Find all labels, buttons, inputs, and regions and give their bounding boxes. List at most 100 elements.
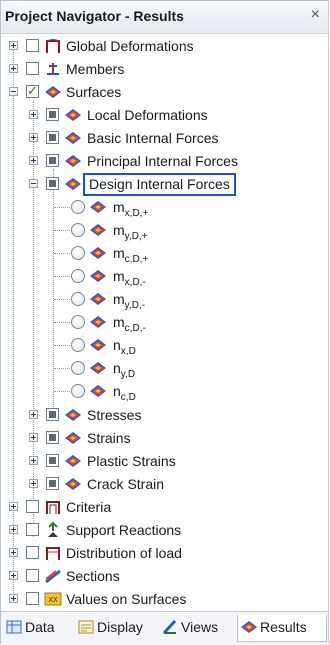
tree-item-design-result[interactable]: mx,D,+ — [1, 197, 328, 219]
checkbox-partial[interactable] — [46, 454, 59, 467]
tree-item-crack-strain[interactable]: Crack Strain — [1, 474, 328, 496]
tree-item-label: Support Reactions — [66, 522, 182, 538]
tree-item-label: Basic Internal Forces — [87, 130, 219, 146]
expand-icon[interactable] — [29, 410, 38, 419]
tree-item-values-on-surfaces[interactable]: XX Values on Surfaces — [1, 589, 328, 611]
expand-icon[interactable] — [29, 156, 38, 165]
design-result-subscript: c,D,+ — [124, 253, 149, 265]
expand-icon[interactable] — [9, 525, 18, 534]
tree-item-surfaces[interactable]: Surfaces — [1, 82, 328, 104]
design-result-subscript: c,D,- — [124, 322, 146, 334]
surface-icon — [45, 86, 61, 98]
radio-button[interactable] — [71, 200, 85, 214]
checkbox[interactable] — [26, 62, 39, 75]
tab-display[interactable]: Display — [75, 615, 157, 641]
checkbox-partial[interactable] — [46, 154, 59, 167]
expand-icon[interactable] — [9, 41, 18, 50]
surface-icon — [90, 224, 106, 236]
radio-button[interactable] — [71, 338, 85, 352]
radio-button[interactable] — [71, 223, 85, 237]
tree-item-plastic-strains[interactable]: Plastic Strains — [1, 451, 328, 473]
tree-item-design-result[interactable]: mc,D,+ — [1, 243, 328, 265]
design-result-label: my,D,- — [113, 291, 145, 311]
radio-button[interactable] — [71, 246, 85, 260]
project-navigator-panel: Project Navigator - Results × Global Def… — [0, 0, 329, 645]
radio-button[interactable] — [71, 292, 85, 306]
expand-icon[interactable] — [29, 456, 38, 465]
tree-line — [54, 230, 70, 231]
expand-icon[interactable] — [9, 548, 18, 557]
surface-icon — [65, 409, 81, 421]
expand-icon[interactable] — [29, 433, 38, 442]
checkbox-partial[interactable] — [46, 431, 59, 444]
tree-item-principal-internal-forces[interactable]: Principal Internal Forces — [1, 151, 328, 173]
tree-item-strains[interactable]: Strains — [1, 428, 328, 450]
checkbox[interactable] — [26, 569, 39, 582]
checkbox-checked[interactable] — [26, 83, 39, 99]
tree-item-local-deformations[interactable]: Local Deformations — [1, 105, 328, 127]
expand-icon[interactable] — [9, 64, 18, 73]
checkbox[interactable] — [26, 39, 39, 52]
checkbox[interactable] — [26, 523, 39, 536]
surface-icon — [90, 201, 106, 213]
checkbox[interactable] — [26, 546, 39, 559]
tree-item-design-result[interactable]: my,D,- — [1, 289, 328, 311]
tree-line — [54, 276, 70, 277]
tree-item-label: Surfaces — [66, 84, 122, 100]
radio-button[interactable] — [71, 361, 85, 375]
expand-icon[interactable] — [9, 571, 18, 580]
radio-button[interactable] — [71, 384, 85, 398]
design-result-subscript: c,D — [120, 391, 136, 403]
tree-item-sections[interactable]: Sections — [1, 566, 328, 588]
tree-item-design-result[interactable]: nc,D — [1, 381, 328, 403]
design-result-label: ny,D — [113, 360, 135, 380]
tree-line — [54, 253, 70, 254]
expand-icon[interactable] — [9, 594, 18, 603]
load-distribution-icon — [46, 547, 60, 560]
checkbox[interactable] — [26, 500, 39, 513]
tab-views[interactable]: Views — [159, 615, 233, 641]
radio-button[interactable] — [71, 315, 85, 329]
tree-item-design-internal-forces[interactable]: Design Internal Forces — [1, 173, 328, 196]
tree-item-label: Crack Strain — [87, 476, 165, 492]
design-result-symbol: n — [113, 383, 121, 399]
tab-results-label: Results — [260, 619, 307, 635]
expand-icon[interactable] — [29, 479, 38, 488]
surface-icon — [65, 132, 81, 144]
design-result-symbol: m — [113, 314, 125, 330]
tree-item-design-result[interactable]: nx,D — [1, 335, 328, 357]
checkbox-partial[interactable] — [46, 177, 59, 190]
expand-icon[interactable] — [9, 502, 18, 511]
tree-item-support-reactions[interactable]: Support Reactions — [1, 520, 328, 542]
checkbox-partial[interactable] — [46, 131, 59, 144]
expand-icon[interactable] — [29, 133, 38, 142]
collapse-icon[interactable] — [9, 87, 18, 96]
expand-icon[interactable] — [29, 110, 38, 119]
tree-item-label: Principal Internal Forces — [87, 153, 238, 169]
radio-button[interactable] — [71, 269, 85, 283]
tree-item-design-result[interactable]: ny,D — [1, 358, 328, 380]
tree-item-basic-internal-forces[interactable]: Basic Internal Forces — [1, 128, 328, 150]
checkbox-partial[interactable] — [46, 408, 59, 421]
tree-item-label: Stresses — [87, 407, 142, 423]
support-reaction-icon — [48, 521, 58, 537]
tree-line — [54, 207, 70, 208]
close-icon[interactable]: × — [311, 6, 320, 24]
tree-item-global-deformations[interactable]: Global Deformations — [1, 36, 328, 58]
navigator-tabs: Data Display Views Results — [1, 611, 328, 645]
design-result-label: mc,D,+ — [113, 245, 148, 265]
tree-line — [54, 368, 70, 369]
collapse-icon[interactable] — [29, 179, 38, 188]
tree-item-distribution-of-load[interactable]: Distribution of load — [1, 543, 328, 565]
checkbox-partial[interactable] — [46, 108, 59, 121]
tree-item-design-result[interactable]: mx,D,- — [1, 266, 328, 288]
tree-item-criteria[interactable]: Criteria — [1, 497, 328, 519]
checkbox[interactable] — [26, 592, 39, 605]
tree-item-design-result[interactable]: mc,D,- — [1, 312, 328, 334]
tree-item-members[interactable]: Members — [1, 59, 328, 81]
tab-data[interactable]: Data — [3, 615, 73, 641]
checkbox-partial[interactable] — [46, 477, 59, 490]
tree-item-design-result[interactable]: my,D,+ — [1, 220, 328, 242]
tree-item-stresses[interactable]: Stresses — [1, 405, 328, 427]
tab-results[interactable]: Results — [237, 615, 327, 642]
